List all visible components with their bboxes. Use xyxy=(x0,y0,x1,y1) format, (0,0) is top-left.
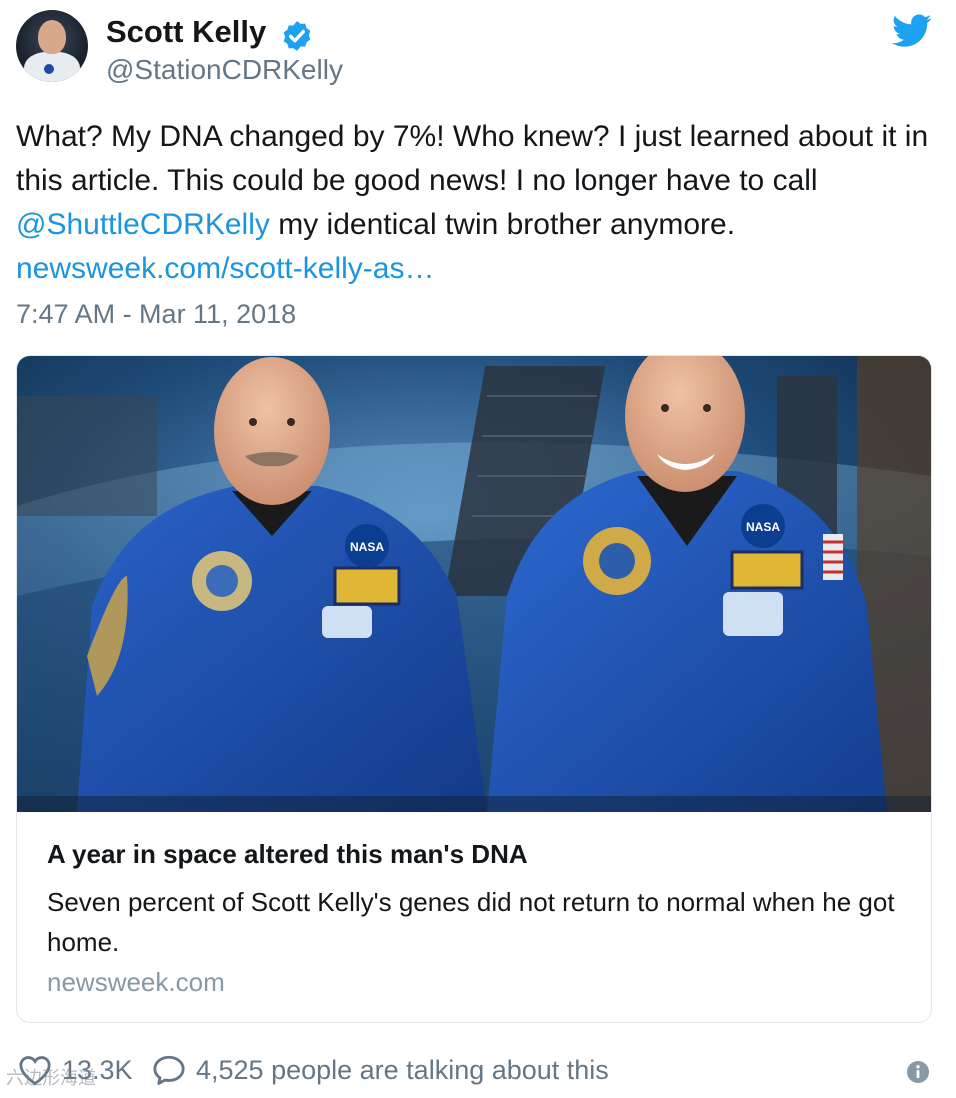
card-description: Seven percent of Scott Kelly's genes did… xyxy=(47,887,895,957)
display-name[interactable]: Scott Kelly xyxy=(106,12,266,52)
card-domain[interactable]: newsweek.com xyxy=(47,964,225,1000)
tweet-text: What? My DNA changed by 7%! Who knew? I … xyxy=(16,115,940,291)
card-image[interactable]: NASA NASA xyxy=(17,356,931,812)
reply-bubble-icon xyxy=(153,1055,185,1085)
watermark: 六边形海道 xyxy=(6,1068,96,1088)
article-link[interactable]: newsweek.com/scott-kelly-as… xyxy=(16,252,434,285)
timestamp[interactable]: 7:47 AM - Mar 11, 2018 xyxy=(16,296,296,332)
card-title[interactable]: A year in space altered this man's DNA xyxy=(47,836,528,872)
patch-text-left: NASA xyxy=(350,540,384,554)
verified-badge-icon xyxy=(283,21,311,51)
patch-text-right: NASA xyxy=(746,520,780,534)
twitter-bird-icon[interactable] xyxy=(892,14,932,48)
tweet-text-part1: What? My DNA changed by 7%! Who knew? I … xyxy=(16,120,929,197)
avatar[interactable] xyxy=(16,10,88,82)
user-handle[interactable]: @StationCDRKelly xyxy=(106,52,343,88)
tweet-text-part2: my identical twin brother anymore. xyxy=(269,208,736,241)
embedded-tweet: Scott Kelly @StationCDRKelly What? My DN… xyxy=(0,0,956,1098)
talking-count: 4,525 people are talking about this xyxy=(196,1055,609,1085)
link-card[interactable]: NASA NASA A year in space altered this m… xyxy=(16,355,932,1023)
info-icon[interactable] xyxy=(906,1060,930,1084)
mention-link[interactable]: @ShuttleCDRKelly xyxy=(16,208,270,241)
